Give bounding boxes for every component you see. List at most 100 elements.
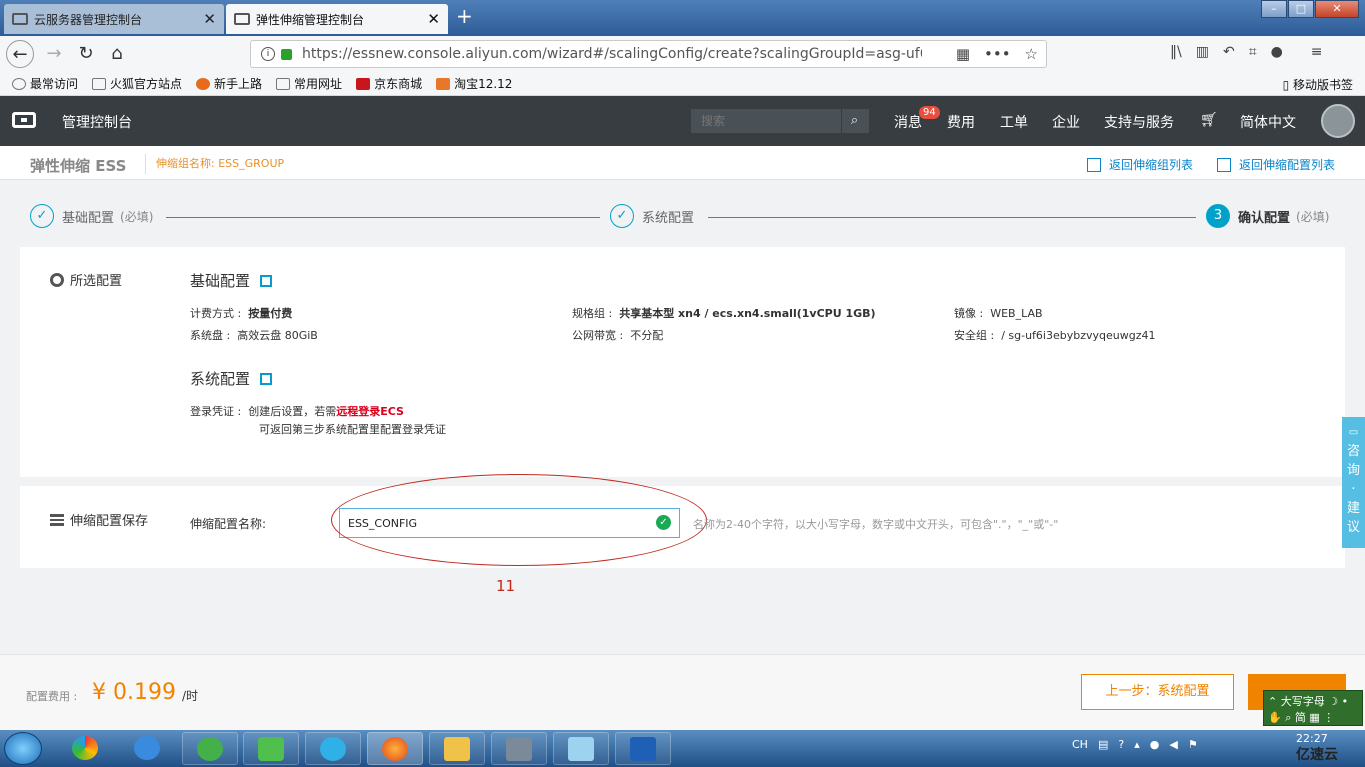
step-connector [166, 217, 600, 218]
info-icon[interactable]: i [261, 47, 275, 61]
taskbar-app[interactable] [491, 732, 547, 765]
console-title[interactable]: 管理控制台 [62, 112, 132, 132]
taskbar-app[interactable] [553, 732, 609, 765]
bookmark-most-visited[interactable]: 最常访问 [12, 75, 78, 92]
search-box: ⌕ [691, 109, 869, 133]
app-icon [197, 737, 223, 761]
taskbar-app[interactable] [182, 732, 238, 765]
qr-code-icon[interactable]: ▦ [956, 45, 970, 63]
search-input[interactable] [691, 114, 841, 128]
hand-icon: ✋ [1268, 711, 1282, 724]
close-tab-icon[interactable]: ✕ [203, 10, 216, 28]
gear-icon [12, 77, 26, 90]
step-basic[interactable]: ✓ 基础配置 (必填) [30, 204, 153, 228]
instance-spec: 规格组 : 共享基本型 xn4 / ecs.xn4.small(1vCPU 1G… [572, 307, 876, 320]
taskbar-ie[interactable] [120, 732, 176, 765]
config-name-label: 伸缩配置名称: [190, 517, 267, 531]
tab-ecs-console[interactable]: 云服务器管理控制台 ✕ [4, 4, 224, 34]
bookmark-getting-started[interactable]: 新手上路 [196, 75, 262, 92]
edit-icon[interactable] [260, 274, 273, 287]
tab-title: 云服务器管理控制台 [34, 12, 143, 27]
server-stack-icon [50, 513, 64, 526]
taobao-icon [436, 77, 451, 90]
nav-billing[interactable]: 费用 [947, 112, 975, 132]
library-icon[interactable]: ‖\ [1170, 44, 1182, 60]
taskbar-app[interactable] [58, 732, 114, 765]
url-bar[interactable]: i https://essnew.console.aliyun.com/wiza… [250, 40, 1047, 68]
tray-arrow-icon[interactable]: ▴ [1134, 738, 1140, 751]
volume-icon[interactable]: ◀ [1169, 738, 1177, 751]
product-title: 弹性伸缩 ESS [30, 157, 127, 175]
taskbar-firefox[interactable] [367, 732, 423, 765]
chat-icon[interactable]: ● [1271, 44, 1283, 60]
cart-icon[interactable]: 🛒︎ [1200, 112, 1218, 128]
ie-icon [134, 736, 160, 760]
console-header: 管理控制台 ⌕ 消息 费用 工单 企业 支持与服务 🛒︎ 简体中文 [0, 96, 1365, 146]
maximize-icon[interactable]: □ [1288, 0, 1314, 18]
search-icon[interactable]: ⌕ [841, 109, 867, 133]
prev-step-button[interactable]: 上一步：系统配置 [1081, 674, 1234, 710]
taskbar-word[interactable] [615, 732, 671, 765]
feedback-float[interactable]: ▭ 咨询 · 建议 [1342, 417, 1365, 548]
bookmark-jd[interactable]: 京东商城 [356, 75, 422, 92]
taskbar-player[interactable] [305, 732, 361, 765]
flag-icon[interactable]: ⚑ [1188, 738, 1198, 751]
mobile-bookmarks[interactable]: ▯ 移动版书签 [1283, 76, 1353, 93]
language-indicator[interactable]: CH [1072, 738, 1088, 751]
word-icon [630, 737, 656, 761]
nav-messages[interactable]: 消息 [894, 112, 922, 132]
forward-icon[interactable]: → [40, 40, 68, 68]
back-to-configs-link[interactable]: 返回伸缩配置列表 [1217, 156, 1335, 173]
more-icon[interactable]: ••• [984, 45, 1011, 63]
price-unit: /时 [182, 689, 199, 703]
save-config-label: 伸缩配置保存 [50, 510, 148, 529]
edit-icon[interactable] [260, 372, 273, 385]
reload-icon[interactable]: ↻ [72, 40, 100, 68]
app-icon [568, 737, 594, 761]
remote-login-link[interactable]: 远程登录ECS [336, 405, 404, 418]
nav-tickets[interactable]: 工单 [1000, 112, 1028, 132]
fee-label: 配置费用 : [26, 690, 78, 703]
undo-icon[interactable]: ↶ [1223, 44, 1235, 60]
bookmark-star-icon[interactable]: ☆ [1025, 45, 1038, 63]
nav-support[interactable]: 支持与服务 [1104, 112, 1174, 132]
aliyun-logo-icon[interactable] [12, 112, 36, 128]
bookmark-common-sites[interactable]: 常用网址 [276, 75, 342, 92]
ime-toolbar[interactable]: ⌃ 大写字母 ☽ • ✋ ⌕ 简 ▦ ⋮ [1263, 690, 1363, 726]
tab-ess-console[interactable]: 弹性伸缩管理控制台 ✕ [226, 4, 448, 34]
back-to-groups-link[interactable]: 返回伸缩组列表 [1087, 156, 1193, 173]
start-button[interactable] [4, 732, 42, 765]
screenshot-icon[interactable]: ⌗ [1249, 44, 1257, 60]
taskbar-explorer[interactable] [429, 732, 485, 765]
sidebar-icon[interactable]: ▥ [1196, 44, 1209, 60]
step-system[interactable]: ✓ 系统配置 [610, 204, 694, 228]
close-window-icon[interactable]: ✕ [1315, 0, 1359, 18]
back-icon[interactable]: ← [6, 40, 34, 68]
product-subheader: 弹性伸缩 ESS 伸缩组名称: ESS_GROUP 返回伸缩组列表 返回伸缩配置… [0, 146, 1365, 180]
minimize-icon[interactable]: – [1261, 0, 1287, 18]
watermark: 亿速云 [1296, 747, 1338, 763]
bookmark-taobao[interactable]: 淘宝12.12 [436, 75, 512, 92]
search-icon: ⌕ [1285, 711, 1292, 724]
home-icon[interactable]: ⌂ [103, 40, 131, 68]
help-icon[interactable]: ? [1118, 738, 1124, 751]
new-tab-icon[interactable]: + [456, 4, 473, 28]
menu-icon[interactable]: ≡ [1311, 44, 1323, 60]
close-tab-icon[interactable]: ✕ [427, 10, 440, 28]
message-badge: 94 [919, 106, 940, 119]
bookmark-firefox[interactable]: 火狐官方站点 [92, 75, 182, 92]
window-controls: – □ ✕ [1260, 0, 1359, 18]
avatar[interactable] [1321, 104, 1355, 138]
iqiyi-icon [258, 737, 284, 761]
taskbar-iqiyi[interactable] [243, 732, 299, 765]
keyboard-icon[interactable]: ▤ [1098, 738, 1108, 751]
toolbar-icons: ‖\ ▥ ↶ ⌗ ● ≡ [1170, 44, 1323, 60]
billing-method: 计费方式 : 按量付费 [190, 307, 293, 320]
annotation-number: 11 [496, 577, 516, 595]
nav-language[interactable]: 简体中文 [1240, 112, 1296, 132]
network-icon[interactable]: ● [1150, 738, 1160, 751]
nav-enterprise[interactable]: 企业 [1052, 112, 1080, 132]
image: 镜像 : WEB_LAB [954, 307, 1043, 320]
lock-icon [281, 48, 292, 60]
check-icon: ✓ [610, 204, 634, 228]
